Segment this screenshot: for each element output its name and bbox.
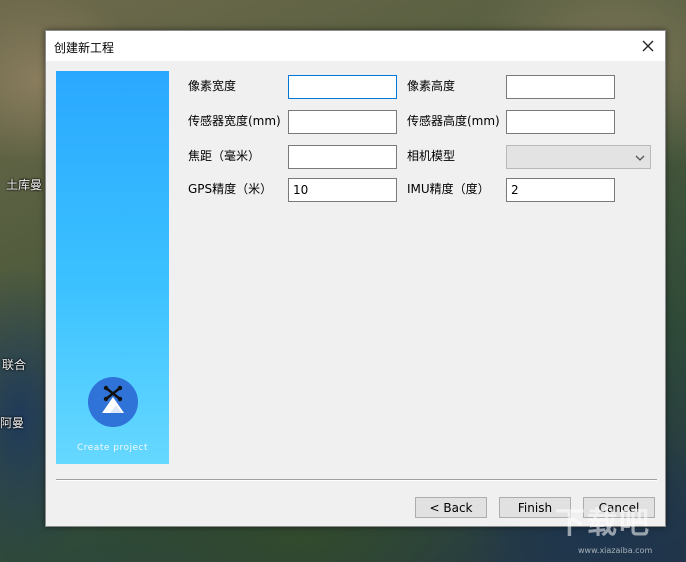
sensor-height-input[interactable] — [506, 110, 615, 134]
chevron-down-icon — [635, 155, 645, 161]
sensor-height-label: 传感器高度(mm) — [407, 114, 500, 128]
sensor-width-input[interactable] — [288, 110, 397, 134]
camera-model-select[interactable] — [506, 145, 651, 169]
sensor-width-label: 传感器宽度(mm) — [188, 114, 281, 128]
gps-accuracy-input[interactable] — [288, 178, 397, 202]
map-label: 土库曼 — [6, 178, 43, 192]
pixel-width-label: 像素宽度 — [188, 79, 237, 93]
dialog-title: 创建新工程 — [54, 41, 115, 55]
footer-separator — [56, 479, 657, 481]
banner-caption: Create project — [76, 443, 148, 453]
close-icon — [642, 40, 654, 52]
focal-length-label: 焦距（毫米） — [188, 149, 261, 163]
focal-length-input[interactable] — [288, 145, 397, 169]
close-button[interactable] — [637, 35, 659, 57]
camera-model-label: 相机模型 — [407, 149, 456, 163]
app-logo — [88, 377, 138, 427]
mountain-drone-icon — [102, 385, 124, 413]
pixel-height-input[interactable] — [506, 75, 615, 99]
wizard-banner: Create project — [56, 71, 169, 464]
watermark-url: www.xiazaiba.com — [578, 546, 653, 555]
map-label: 阿曼 — [0, 416, 25, 430]
gps-accuracy-label: GPS精度（米） — [188, 182, 273, 196]
create-project-dialog: 创建新工程 Create project 像素宽度 像素高度 传感器宽度(mm)… — [45, 30, 666, 527]
map-label: 联合 — [2, 358, 27, 372]
pixel-width-input[interactable] — [288, 75, 397, 99]
pixel-height-label: 像素高度 — [407, 79, 456, 93]
back-button[interactable]: < Back — [415, 497, 487, 518]
dialog-titlebar: 创建新工程 — [46, 31, 665, 61]
imu-accuracy-label: IMU精度（度） — [407, 182, 490, 196]
imu-accuracy-input[interactable] — [506, 178, 615, 202]
